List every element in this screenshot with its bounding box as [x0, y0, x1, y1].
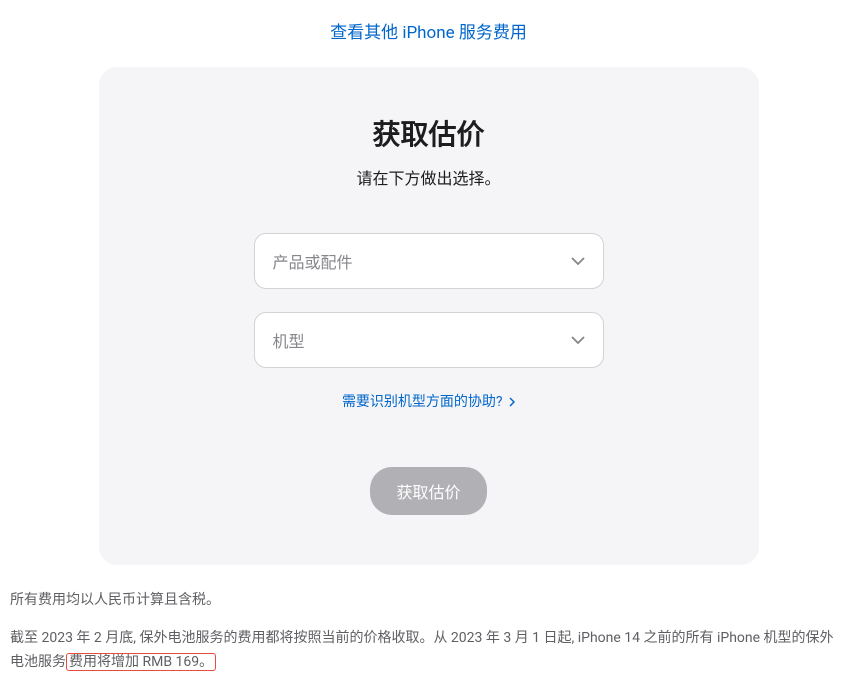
identify-model-help-link[interactable]: 需要识别机型方面的协助?: [342, 394, 515, 410]
chevron-down-icon: [571, 336, 585, 344]
estimate-card: 获取估价 请在下方做出选择。 产品或配件 机型 需要识别机型方面的协助? 获取估…: [99, 67, 759, 565]
estimate-title: 获取估价: [139, 113, 719, 153]
disclaimer-price-change: 截至 2023 年 2 月底, 保外电池服务的费用都将按照当前的价格收取。从 2…: [10, 627, 847, 674]
disclaimer-section: 所有费用均以人民币计算且含税。 截至 2023 年 2 月底, 保外电池服务的费…: [0, 565, 857, 674]
chevron-down-icon: [571, 257, 585, 265]
get-estimate-button[interactable]: 获取估价: [370, 467, 486, 515]
estimate-subtitle: 请在下方做出选择。: [139, 165, 719, 189]
product-select[interactable]: 产品或配件: [254, 233, 604, 289]
other-services-link[interactable]: 查看其他 iPhone 服务费用: [330, 23, 527, 43]
disclaimer-tax-note: 所有费用均以人民币计算且含税。: [10, 589, 847, 613]
model-select-label: 机型: [273, 328, 305, 352]
other-services-link-wrap: 查看其他 iPhone 服务费用: [0, 0, 857, 67]
chevron-right-icon: [509, 397, 515, 407]
highlighted-price-increase: 费用将增加 RMB 169。: [66, 653, 216, 671]
help-link-text: 需要识别机型方面的协助?: [342, 394, 503, 410]
model-select-wrap: 机型: [254, 312, 604, 368]
model-select[interactable]: 机型: [254, 312, 604, 368]
help-link-wrap: 需要识别机型方面的协助?: [139, 391, 719, 411]
product-select-wrap: 产品或配件: [254, 233, 604, 289]
product-select-label: 产品或配件: [273, 249, 353, 273]
